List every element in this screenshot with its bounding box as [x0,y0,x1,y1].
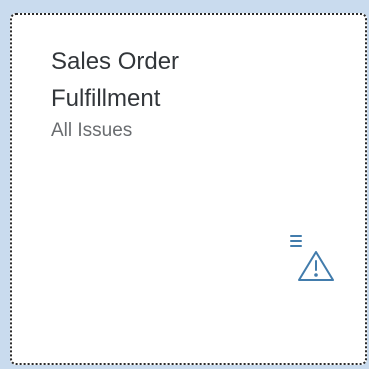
sales-order-fulfillment-tile[interactable]: Sales Order Fulfillment All Issues [10,13,367,365]
tile-title-line1: Sales Order [51,48,180,75]
tile-header: Sales Order Fulfillment All Issues [51,43,355,144]
tile-title-line2: Fulfillment [51,85,161,113]
list-warning-icon [289,233,341,285]
launchpad-viewport: Sales Order Fulfillment All Issues [0,0,369,369]
tile-subtitle: All Issues [51,120,133,142]
tile-title: Sales Order Fulfillment [51,43,355,117]
